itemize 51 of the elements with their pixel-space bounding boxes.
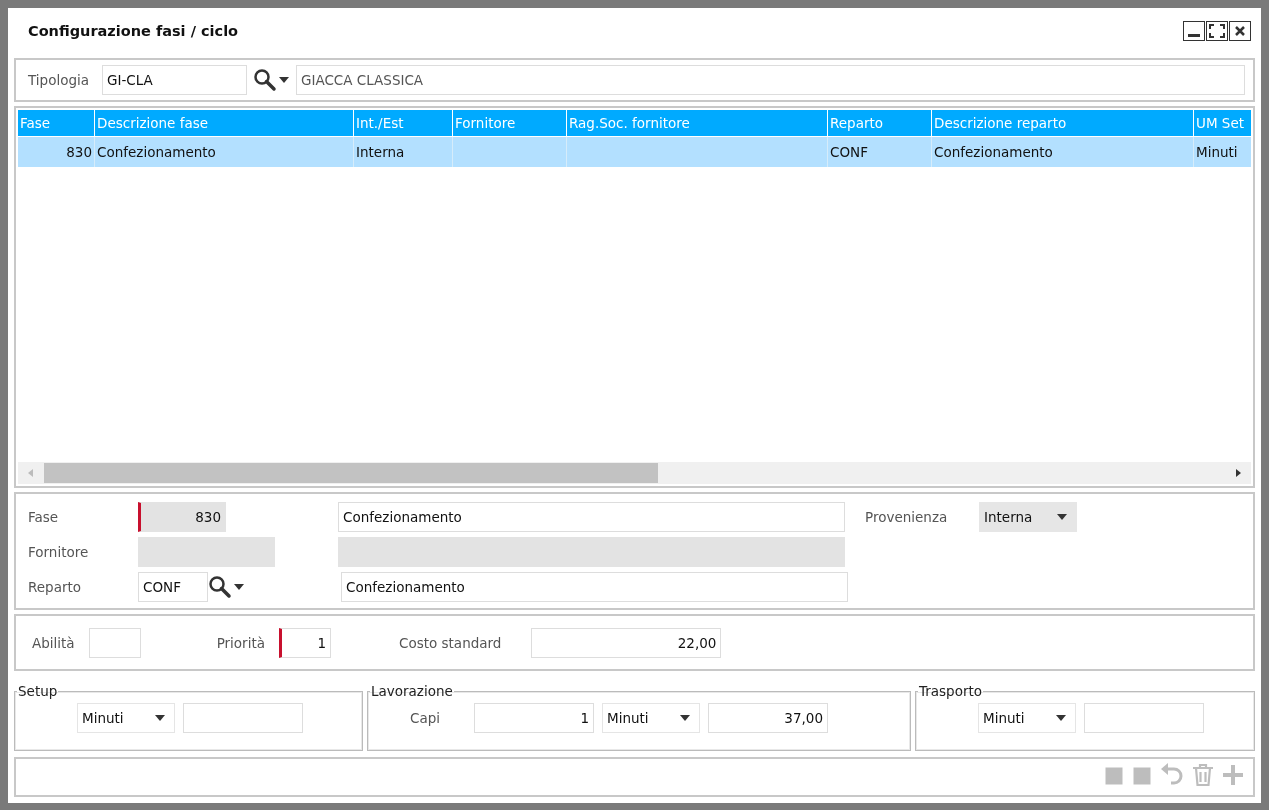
caret-icon <box>154 714 166 722</box>
priority-field[interactable]: 1 <box>278 627 331 658</box>
description-field[interactable]: GIACCA CLASSICA <box>296 65 1245 95</box>
caret-icon <box>1056 513 1068 521</box>
unit-dropdown[interactable]: Minuti <box>978 703 1076 733</box>
code-field[interactable]: GI-CLA <box>102 65 247 95</box>
scroll-left-icon[interactable] <box>26 468 36 478</box>
description-field[interactable]: Confezionamento <box>341 572 848 602</box>
supplier-name-field[interactable] <box>338 537 845 567</box>
caret-icon <box>679 714 691 722</box>
pieces-field[interactable]: 1 <box>474 703 594 733</box>
caret-icon <box>233 583 245 591</box>
group-title: Trasporto <box>918 683 984 699</box>
close-button[interactable] <box>1229 21 1251 41</box>
field-label: Reparto <box>28 579 83 595</box>
table-cell: 830 <box>66 144 92 160</box>
minimize-button[interactable] <box>1183 21 1205 41</box>
field-label: Capi <box>410 710 442 726</box>
time-field[interactable] <box>183 703 303 733</box>
caret-icon <box>1055 714 1067 722</box>
field-label: Fase <box>28 509 60 525</box>
table-cell: CONF <box>830 144 868 160</box>
search-icon <box>253 68 277 92</box>
group-title: Setup <box>17 683 59 699</box>
group-title: Lavorazione <box>370 683 454 699</box>
field-label: Provenienza <box>865 509 949 525</box>
skill-field[interactable] <box>88 627 141 658</box>
table-cell: Interna <box>356 144 405 160</box>
time-field[interactable]: 37,00 <box>708 703 828 733</box>
field-label: Abilità <box>32 634 75 651</box>
search-button[interactable] <box>253 68 290 92</box>
caret-icon <box>278 76 290 84</box>
table-cell: Confezionamento <box>97 144 216 160</box>
table-cell: Confezionamento <box>934 144 1053 160</box>
field-label: Fornitore <box>28 544 90 560</box>
scroll-right-icon[interactable] <box>1233 468 1243 478</box>
maximize-button[interactable] <box>1206 21 1228 41</box>
time-field[interactable] <box>1084 703 1204 733</box>
window-title: Configurazione fasi / ciclo <box>28 23 239 39</box>
cost-field[interactable]: 22,00 <box>531 627 722 658</box>
search-button[interactable] <box>208 575 245 599</box>
unit-dropdown[interactable]: Minuti <box>77 703 175 733</box>
table-row[interactable]: 830 Confezionamento Interna CONF Confezionamento Minuti <box>18 137 1251 167</box>
horizontal-scrollbar[interactable] <box>18 462 1251 484</box>
unit-dropdown[interactable]: Minuti <box>602 703 700 733</box>
field-label: Costo standard <box>398 634 502 651</box>
field-label: Priorità <box>216 634 265 651</box>
department-field[interactable]: CONF <box>138 572 208 602</box>
search-icon <box>208 575 232 599</box>
field-label: Tipologia <box>28 72 90 88</box>
table-cell: Minuti <box>1196 144 1238 160</box>
